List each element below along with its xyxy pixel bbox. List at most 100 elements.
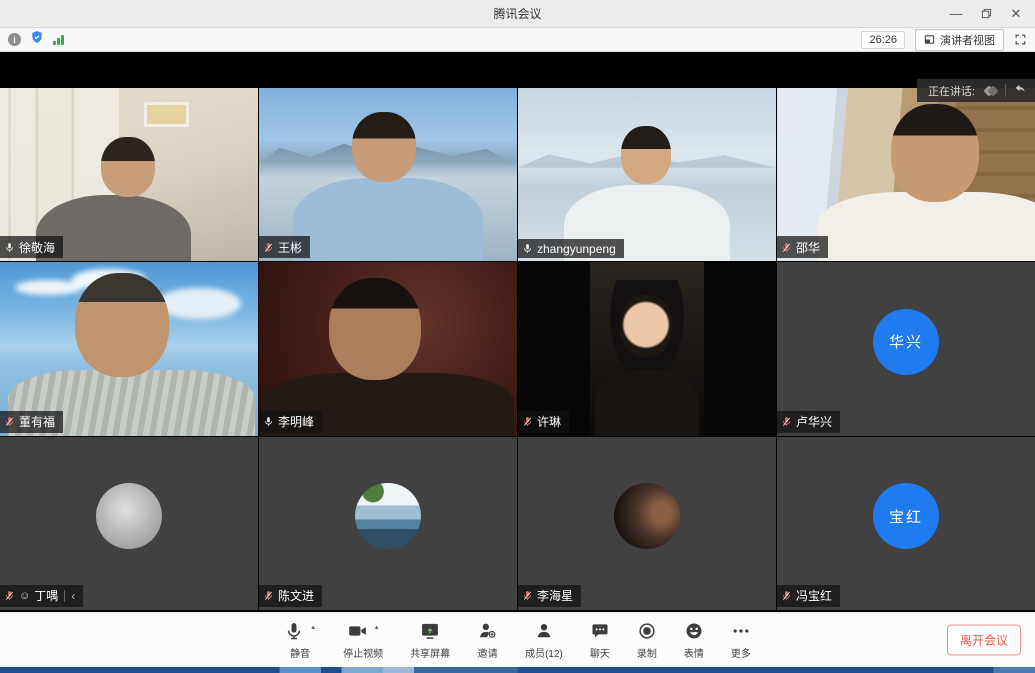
mic-status-icon	[781, 590, 792, 601]
toolbar-button-more[interactable]: 更多	[731, 621, 751, 660]
status-icons: i	[8, 30, 64, 49]
leave-meeting-button[interactable]: 离开会议	[947, 625, 1021, 656]
toolbar-button-chat[interactable]: 聊天	[590, 621, 610, 660]
toolbar-button-label: 共享屏幕	[410, 645, 450, 660]
participant-tile[interactable]: 李明峰	[259, 262, 517, 435]
toolbar-button-person[interactable]: 成员(12)	[525, 621, 563, 660]
participant-name: 王彬	[278, 239, 302, 256]
toolbar-button-record[interactable]: 录制	[637, 621, 657, 660]
mic-status-icon	[263, 590, 274, 601]
restore-icon[interactable]	[973, 3, 999, 25]
participant-nameplate: 李明峰	[259, 411, 322, 433]
tencent-meeting-logo-icon	[985, 87, 997, 95]
participant-nameplate: 李海星	[518, 585, 581, 607]
speaking-label: 正在讲话:	[928, 83, 975, 99]
participant-avatar-area	[0, 437, 258, 610]
participant-tile[interactable]: 宝红 冯宝红	[777, 437, 1035, 610]
meeting-topbar: i 26:26 演讲者视图	[0, 28, 1035, 52]
participant-nameplate: 徐敬海	[0, 236, 63, 258]
person-head	[101, 137, 155, 197]
screen-share-icon	[420, 621, 440, 646]
participant-nameplate: zhangyunpeng	[518, 239, 624, 258]
participant-name: 李明峰	[278, 413, 314, 430]
mic-status-icon	[4, 416, 15, 427]
topbar-right: 26:26 演讲者视图	[861, 29, 1027, 51]
toolbar-button-label: 录制	[637, 645, 657, 660]
titlebar: 腾讯会议 — ✕	[0, 0, 1035, 28]
restore-banner-arrow-icon[interactable]	[1014, 82, 1027, 100]
mic-status-icon	[781, 242, 792, 253]
participant-video	[777, 88, 1035, 261]
participant-tile[interactable]: 王彬	[259, 88, 517, 261]
participant-avatar-area	[259, 437, 517, 610]
participant-tile[interactable]: 陈文进	[259, 437, 517, 610]
speaker-view-button[interactable]: 演讲者视图	[915, 29, 1004, 51]
toolbar-button-mic[interactable]: ▲ 静音	[284, 621, 316, 660]
participant-tile[interactable]: 李海星	[518, 437, 776, 610]
person-silhouette	[595, 370, 698, 436]
meeting-info-icon[interactable]: i	[8, 33, 21, 46]
participant-video	[0, 262, 258, 435]
avatar	[614, 483, 680, 549]
toolbar-button-label: 表情	[684, 645, 704, 660]
participant-tile[interactable]: 华兴 卢华兴	[777, 262, 1035, 435]
close-icon[interactable]: ✕	[1003, 3, 1029, 25]
participant-tile[interactable]: 邵华	[777, 88, 1035, 261]
expand-caret-icon[interactable]: ▲	[310, 625, 316, 631]
participant-avatar-area	[518, 437, 776, 610]
avatar: 华兴	[873, 309, 939, 375]
toolbar-button-label: 停止视频	[343, 645, 383, 660]
participant-avatar-area: 宝红	[777, 437, 1035, 610]
participant-video	[259, 262, 517, 435]
toolbar-button-label: 聊天	[590, 645, 610, 660]
smiley-icon	[684, 621, 704, 646]
mic-status-icon	[263, 242, 274, 253]
participant-nameplate: ☺丁喁 ‹	[0, 585, 83, 607]
avatar-text: 宝红	[889, 506, 923, 527]
speaker-view-label: 演讲者视图	[940, 32, 995, 48]
toolbar-button-camera[interactable]: ▲ 停止视频	[343, 621, 383, 660]
person-silhouette	[293, 178, 484, 261]
participant-tile[interactable]: 许琳	[518, 262, 776, 435]
participant-nameplate: 邵华	[777, 236, 828, 258]
participant-nameplate: 王彬	[259, 236, 310, 258]
collapse-chevron-icon[interactable]: ‹	[71, 590, 75, 602]
fullscreen-icon[interactable]	[1014, 33, 1027, 46]
person-head	[75, 273, 169, 377]
participant-tile[interactable]: zhangyunpeng	[518, 88, 776, 261]
network-signal-icon[interactable]	[53, 34, 64, 45]
toolbar-button-person-add[interactable]: 邀请	[477, 621, 498, 660]
participant-tile[interactable]: 徐敬海	[0, 88, 258, 261]
minimize-icon[interactable]: —	[943, 3, 969, 25]
person-head	[891, 104, 979, 202]
expand-caret-icon[interactable]: ▲	[374, 625, 380, 631]
mic-status-icon	[4, 590, 15, 601]
participant-nameplate: 许琳	[518, 411, 569, 433]
toolbar-button-label: 更多	[731, 645, 751, 660]
mic-status-icon	[522, 590, 533, 601]
window-controls: — ✕	[943, 3, 1035, 25]
control-buttons: ▲ 静音 ▲ 停止视频 共享屏幕 邀请 成员(12) 聊天 录制 表情 更多	[284, 621, 751, 660]
more-icon	[731, 621, 751, 646]
divider	[1005, 84, 1006, 97]
layout-icon	[924, 34, 935, 45]
toolbar-button-smiley[interactable]: 表情	[684, 621, 704, 660]
mic-status-icon	[522, 416, 533, 427]
participant-tile[interactable]: 董有福	[0, 262, 258, 435]
participant-video	[259, 88, 517, 261]
mic-status-icon	[522, 243, 533, 254]
security-shield-icon[interactable]	[30, 30, 44, 49]
mic-icon	[284, 621, 304, 646]
participant-name: 卢华兴	[796, 413, 832, 430]
person-head	[329, 278, 421, 380]
person-head	[621, 126, 671, 184]
chat-icon	[590, 621, 610, 646]
speaking-banner: 正在讲话:	[917, 79, 1035, 102]
participant-name: 邵华	[796, 239, 820, 256]
participant-video	[518, 88, 776, 261]
participant-name: 董有福	[19, 413, 55, 430]
participant-tile[interactable]: ☺丁喁 ‹	[0, 437, 258, 610]
toolbar-button-screen-share[interactable]: 共享屏幕	[410, 621, 450, 660]
participant-name: 许琳	[537, 413, 561, 430]
person-head	[620, 295, 672, 357]
